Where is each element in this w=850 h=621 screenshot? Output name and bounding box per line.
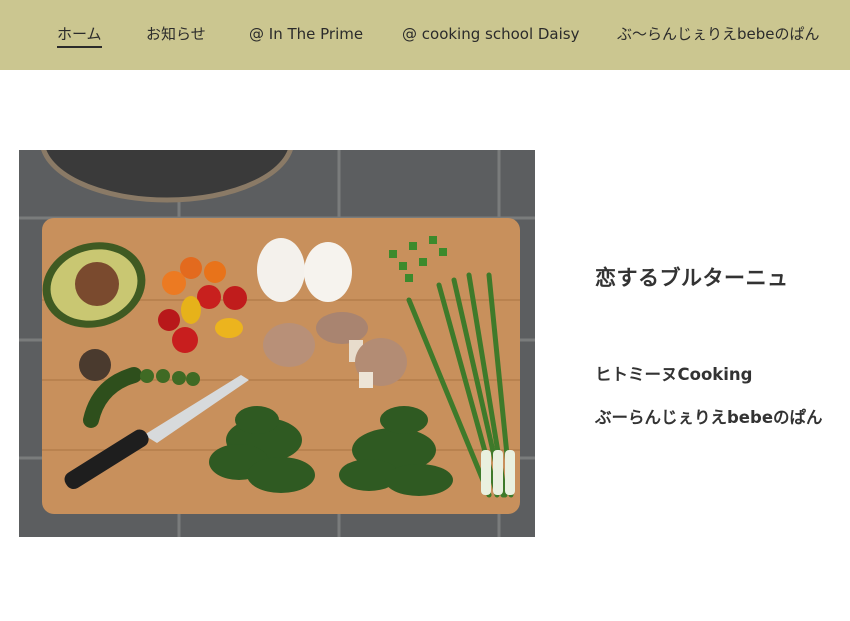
cutting-board-illustration xyxy=(19,150,535,537)
nav-item-bebe-pan[interactable]: ぶ〜らんじぇりえbebeのぱん xyxy=(617,24,820,44)
hero-image xyxy=(19,150,535,537)
top-navigation: ホーム お知らせ @ In The Prime @ cooking school… xyxy=(0,0,850,70)
nav-item-cooking-school-daisy[interactable]: @ cooking school Daisy xyxy=(402,24,579,44)
nav-item-news[interactable]: お知らせ xyxy=(146,24,206,44)
nav-item-home[interactable]: ホーム xyxy=(57,24,102,48)
page-title: 恋するブルターニュ xyxy=(595,266,789,290)
link-hitomine-cooking[interactable]: ヒトミーヌCooking xyxy=(595,361,752,385)
nav-item-in-the-prime[interactable]: @ In The Prime xyxy=(249,24,363,44)
link-bebe-pan[interactable]: ぶーらんじぇりえbebeのぱん xyxy=(595,404,823,428)
